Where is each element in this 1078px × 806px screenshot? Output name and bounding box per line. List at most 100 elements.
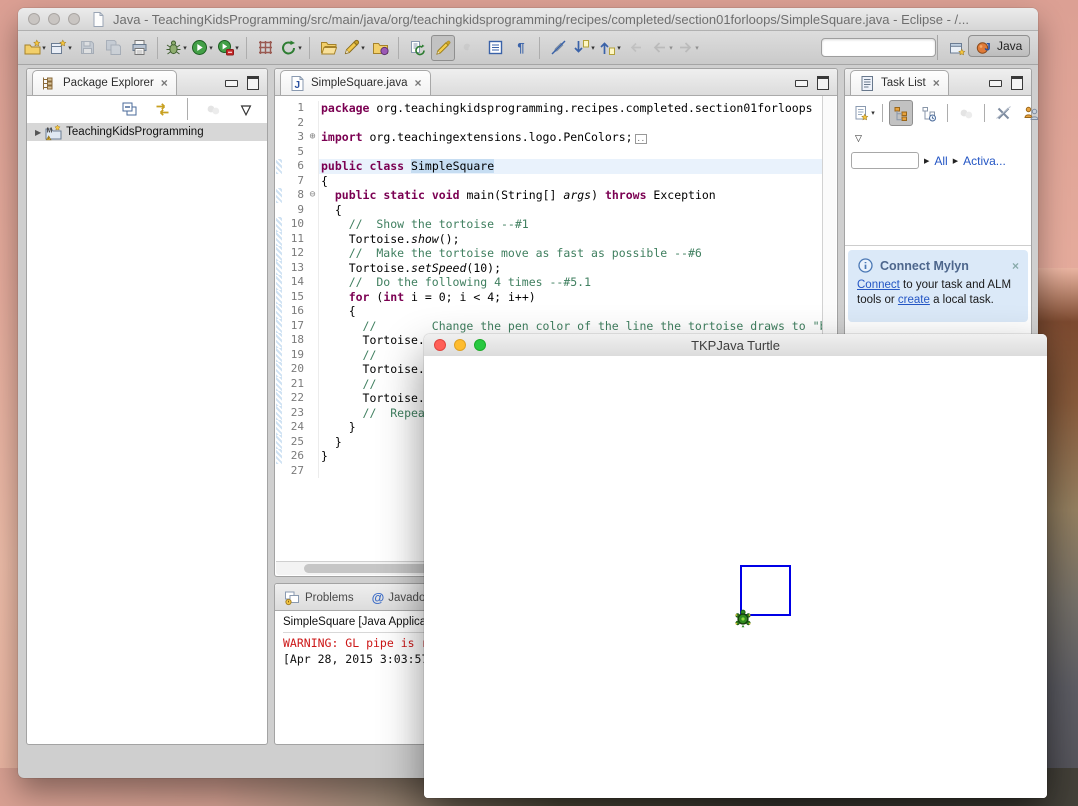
- code-line[interactable]: 16 {: [276, 304, 822, 319]
- line-number: 18: [282, 333, 307, 348]
- new-wizard-button[interactable]: ▾: [23, 35, 47, 61]
- code-line[interactable]: 15 for (int i = 0; i < 4; i++): [276, 290, 822, 305]
- connect-link[interactable]: Connect: [857, 279, 900, 291]
- cat-tree-button[interactable]: [889, 100, 913, 126]
- line-number: 15: [282, 290, 307, 305]
- close-button[interactable]: [434, 339, 446, 351]
- task-search-input[interactable]: [851, 152, 919, 169]
- code-line[interactable]: 7{: [276, 174, 822, 189]
- minimize-button[interactable]: [454, 339, 466, 351]
- create-link[interactable]: create: [898, 294, 930, 306]
- collapse-all-button[interactable]: [117, 96, 141, 122]
- show-source-button[interactable]: [483, 35, 507, 61]
- minimize-button[interactable]: [48, 13, 60, 25]
- search-button[interactable]: ▾: [342, 35, 366, 61]
- link-editor-off-button[interactable]: [546, 35, 570, 61]
- minimize-view-button[interactable]: [795, 80, 808, 87]
- minimize-view-button[interactable]: [225, 80, 238, 87]
- eclipse-titlebar[interactable]: Java - TeachingKidsProgramming/src/main/…: [18, 8, 1038, 31]
- run-external-button[interactable]: ▾: [216, 35, 240, 61]
- tab-simplesquare-java[interactable]: J SimpleSquare.java ×: [280, 70, 431, 95]
- code-text: Tortoise.show();: [319, 232, 822, 247]
- prev-annotation-button[interactable]: ▾: [598, 35, 622, 61]
- code-line[interactable]: 14 // Do the following 4 times --#5.1: [276, 275, 822, 290]
- toolbar-separator: [984, 104, 985, 122]
- grid-button[interactable]: [253, 35, 277, 61]
- new-task-button[interactable]: ▾: [852, 100, 876, 126]
- filter-arrow-icon: ▶: [953, 157, 958, 165]
- open-perspective-button[interactable]: [945, 35, 969, 61]
- code-line[interactable]: 17 // Change the pen color of the line t…: [276, 319, 822, 334]
- code-text: import org.teachingextensions.logo.PenCo…: [319, 130, 822, 145]
- close-button[interactable]: [28, 13, 40, 25]
- coverage-icon: [280, 39, 297, 56]
- tab-task-list[interactable]: Task List ×: [850, 70, 949, 95]
- fold-column: [307, 246, 319, 261]
- code-line[interactable]: 11 Tortoise.show();: [276, 232, 822, 247]
- code-line[interactable]: 9 {: [276, 203, 822, 218]
- svg-text:J: J: [985, 41, 991, 53]
- code-line[interactable]: 2: [276, 116, 822, 131]
- link-editor-off-icon: [550, 39, 567, 56]
- line-number: 23: [282, 406, 307, 421]
- mark-occurrences-button[interactable]: [431, 35, 455, 61]
- toolbar-search-input[interactable]: [821, 38, 936, 57]
- turtle-titlebar[interactable]: TKPJava Turtle: [424, 334, 1047, 357]
- java-perspective-button[interactable]: J Java: [968, 35, 1030, 57]
- zoom-button[interactable]: [68, 13, 80, 25]
- close-tab-icon[interactable]: ×: [161, 76, 168, 90]
- task-repositories-button[interactable]: [405, 35, 429, 61]
- code-line[interactable]: 3⊕import org.teachingextensions.logo.Pen…: [276, 130, 822, 145]
- open-folder-button[interactable]: [316, 35, 340, 61]
- hide-completed-button[interactable]: [991, 100, 1015, 126]
- new-java-project-button[interactable]: ▾: [49, 35, 73, 61]
- next-annotation-button[interactable]: ▾: [572, 35, 596, 61]
- forward-icon: [677, 39, 694, 56]
- code-line[interactable]: 10 // Show the tortoise --#1: [276, 217, 822, 232]
- minimize-view-button[interactable]: [989, 80, 1002, 87]
- zoom-button[interactable]: [474, 339, 486, 351]
- open-type-button[interactable]: [368, 35, 392, 61]
- coverage-button[interactable]: ▾: [279, 35, 303, 61]
- code-line[interactable]: 1package org.teachingkidsprogramming.rec…: [276, 101, 822, 116]
- javadoc-icon: @: [372, 591, 385, 604]
- fold-column: [307, 304, 319, 319]
- code-text: [319, 116, 822, 131]
- run-button[interactable]: ▾: [190, 35, 214, 61]
- people-button[interactable]: [1019, 100, 1038, 126]
- code-line[interactable]: 12 // Make the tortoise move as fast as …: [276, 246, 822, 261]
- code-line[interactable]: 13 Tortoise.setSpeed(10);: [276, 261, 822, 276]
- view-menu-button[interactable]: ▽: [234, 96, 258, 122]
- sched-tree-button[interactable]: [917, 100, 941, 126]
- view-menu-icon[interactable]: ▽: [855, 133, 862, 143]
- line-number: 16: [282, 304, 307, 319]
- fold-column: [307, 406, 319, 421]
- code-line[interactable]: 5: [276, 145, 822, 160]
- fold-toggle-icon[interactable]: ⊕: [307, 130, 319, 145]
- tab-label: SimpleSquare.java: [311, 77, 408, 89]
- tab-problems[interactable]: Problems: [275, 585, 363, 610]
- tab-package-explorer[interactable]: Package Explorer ×: [32, 70, 177, 95]
- format-icon: ¶: [517, 41, 524, 54]
- format-button[interactable]: ¶: [509, 35, 533, 61]
- maximize-view-button[interactable]: [817, 76, 829, 90]
- close-tab-icon[interactable]: ×: [415, 76, 422, 90]
- grid-icon: [257, 39, 274, 56]
- mylyn-notification: Connect Mylyn × Connect to your task and…: [848, 250, 1028, 322]
- expand-arrow-icon[interactable]: ▶: [35, 128, 41, 137]
- mylyn-close-icon[interactable]: ×: [1012, 259, 1019, 273]
- filter-activate-link[interactable]: Activa...: [963, 154, 1006, 168]
- code-line[interactable]: 6public class SimpleSquare: [276, 159, 822, 174]
- code-line[interactable]: 8⊖ public static void main(String[] args…: [276, 188, 822, 203]
- project-tree-row[interactable]: ▶ M TeachingKidsProgramming: [27, 123, 267, 141]
- task-repositories-icon: [409, 39, 426, 56]
- filter-all-link[interactable]: All: [934, 154, 947, 168]
- link-editor-gold-button[interactable]: [150, 96, 174, 122]
- maximize-view-button[interactable]: [247, 76, 259, 90]
- close-tab-icon[interactable]: ×: [933, 76, 940, 90]
- fold-toggle-icon[interactable]: ⊖: [307, 188, 319, 203]
- maximize-view-button[interactable]: [1011, 76, 1023, 90]
- debug-button[interactable]: ▾: [164, 35, 188, 61]
- print-button[interactable]: [127, 35, 151, 61]
- task-list-icon: [859, 75, 876, 92]
